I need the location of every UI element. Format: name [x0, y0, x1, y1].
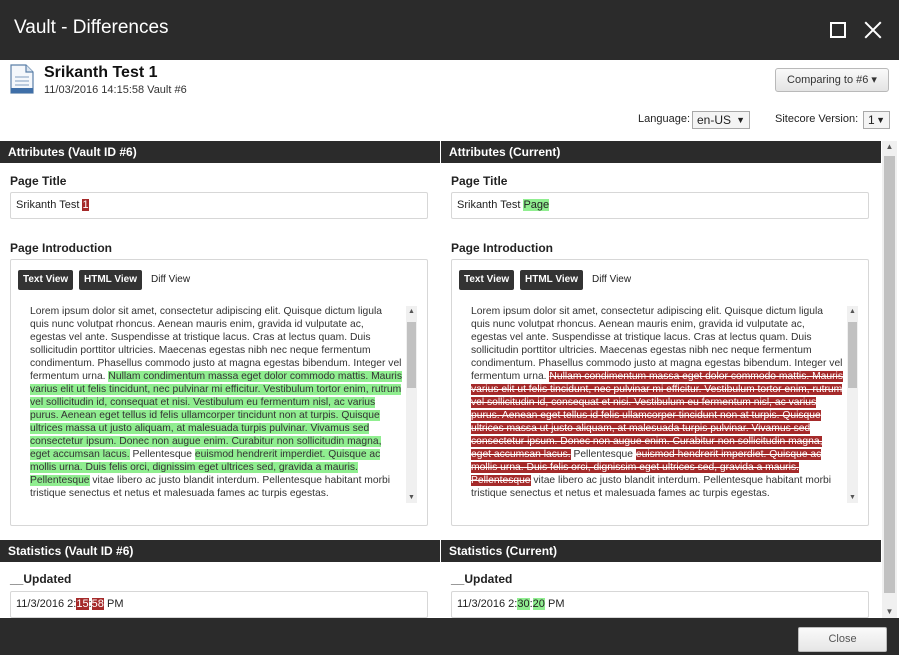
document-icon: [10, 64, 34, 94]
vault-column: Attributes (Vault ID #6) Page Title Srik…: [0, 141, 440, 618]
text-scrollbar[interactable]: ▲ ▼: [847, 306, 858, 503]
item-title: Srikanth Test 1: [44, 64, 158, 81]
tab-html-view[interactable]: HTML View: [520, 270, 583, 290]
page-introduction-text[interactable]: Lorem ipsum dolor sit amet, consectetur …: [459, 304, 847, 505]
page-title-field[interactable]: Srikanth Test Page: [451, 192, 869, 219]
caret-down-icon: ▼: [876, 115, 885, 125]
statistics-header-vault: Statistics (Vault ID #6): [0, 540, 440, 562]
dialog-footer: [0, 618, 899, 655]
tab-diff-view[interactable]: Diff View: [146, 270, 195, 290]
updated-field[interactable]: 11/3/2016 2:15:58 PM: [10, 591, 428, 618]
tab-text-view[interactable]: Text View: [459, 270, 515, 290]
close-button[interactable]: Close: [798, 627, 887, 652]
scroll-up-icon[interactable]: ▲: [847, 306, 858, 317]
scroll-thumb[interactable]: [884, 156, 895, 593]
page-title-label: Page Title: [451, 174, 508, 188]
tab-diff-view[interactable]: Diff View: [587, 270, 636, 290]
page-introduction-label: Page Introduction: [451, 241, 553, 255]
page-introduction-text[interactable]: Lorem ipsum dolor sit amet, consectetur …: [18, 304, 406, 505]
tab-text-view[interactable]: Text View: [18, 270, 74, 290]
updated-text: 11/3/2016 2:: [16, 598, 77, 610]
attributes-header-current: Attributes (Current): [441, 141, 881, 163]
caret-down-icon: ▾: [871, 74, 877, 86]
diff-deleted: 15: [76, 598, 89, 610]
language-label: Language:: [638, 113, 690, 125]
updated-text: PM: [544, 598, 565, 610]
page-title-text: Srikanth Test: [457, 199, 524, 211]
language-select[interactable]: en-US ▼: [692, 111, 750, 129]
diff-deleted: 1: [82, 199, 89, 211]
close-icon[interactable]: [861, 18, 885, 42]
updated-label: __Updated: [10, 572, 72, 586]
updated-label: __Updated: [451, 572, 513, 586]
tab-html-view[interactable]: HTML View: [79, 270, 142, 290]
intro-text: Pellentesque: [570, 449, 636, 460]
updated-text: PM: [103, 598, 124, 610]
diff-deleted: Nullam condimentum massa eget dolor comm…: [471, 371, 843, 460]
item-subtitle: 11/03/2016 14:15:58 Vault #6: [44, 84, 187, 96]
scroll-down-icon[interactable]: ▼: [406, 492, 417, 503]
window-titlebar: Vault - Differences: [0, 0, 899, 60]
page-introduction-editor: Text View HTML View Diff View Lorem ipsu…: [451, 259, 869, 526]
page-title-label: Page Title: [10, 174, 67, 188]
scroll-up-icon[interactable]: ▲: [882, 141, 897, 153]
language-value: en-US: [697, 113, 732, 127]
diff-inserted: Page: [523, 199, 550, 211]
current-column: Attributes (Current) Page Title Srikanth…: [441, 141, 881, 618]
sitecore-version-value: 1: [868, 113, 875, 127]
text-scrollbar[interactable]: ▲ ▼: [406, 306, 417, 503]
scroll-down-icon[interactable]: ▼: [847, 492, 858, 503]
scroll-thumb[interactable]: [848, 322, 857, 388]
sitecore-version-label: Sitecore Version:: [775, 113, 859, 125]
caret-down-icon: ▼: [736, 115, 745, 125]
scroll-thumb[interactable]: [407, 322, 416, 388]
diff-inserted: 20: [532, 598, 545, 610]
window-title: Vault - Differences: [14, 17, 169, 38]
page-introduction-label: Page Introduction: [10, 241, 112, 255]
diff-deleted: 58: [91, 598, 104, 610]
comparing-to-label: Comparing to #6: [787, 74, 869, 86]
updated-field[interactable]: 11/3/2016 2:30:20 PM: [451, 591, 869, 618]
maximize-icon[interactable]: [826, 18, 850, 42]
statistics-header-current: Statistics (Current): [441, 540, 881, 562]
sitecore-version-select[interactable]: 1 ▼: [863, 111, 890, 129]
page-title-field[interactable]: Srikanth Test 1: [10, 192, 428, 219]
scroll-up-icon[interactable]: ▲: [406, 306, 417, 317]
updated-text: 11/3/2016 2:: [457, 598, 518, 610]
diff-inserted: Nullam condimentum massa eget dolor comm…: [30, 371, 402, 460]
page-introduction-editor: Text View HTML View Diff View Lorem ipsu…: [10, 259, 428, 526]
page-title-text: Srikanth Test: [16, 199, 83, 211]
scroll-down-icon[interactable]: ▼: [882, 606, 897, 618]
comparing-to-dropdown[interactable]: Comparing to #6 ▾: [775, 68, 889, 92]
intro-text: Pellentesque: [129, 449, 195, 460]
diff-inserted: 30: [517, 598, 530, 610]
page-scrollbar[interactable]: ▲ ▼: [882, 141, 897, 618]
comparison-area: Attributes (Vault ID #6) Page Title Srik…: [0, 141, 881, 618]
attributes-header-vault: Attributes (Vault ID #6): [0, 141, 440, 163]
